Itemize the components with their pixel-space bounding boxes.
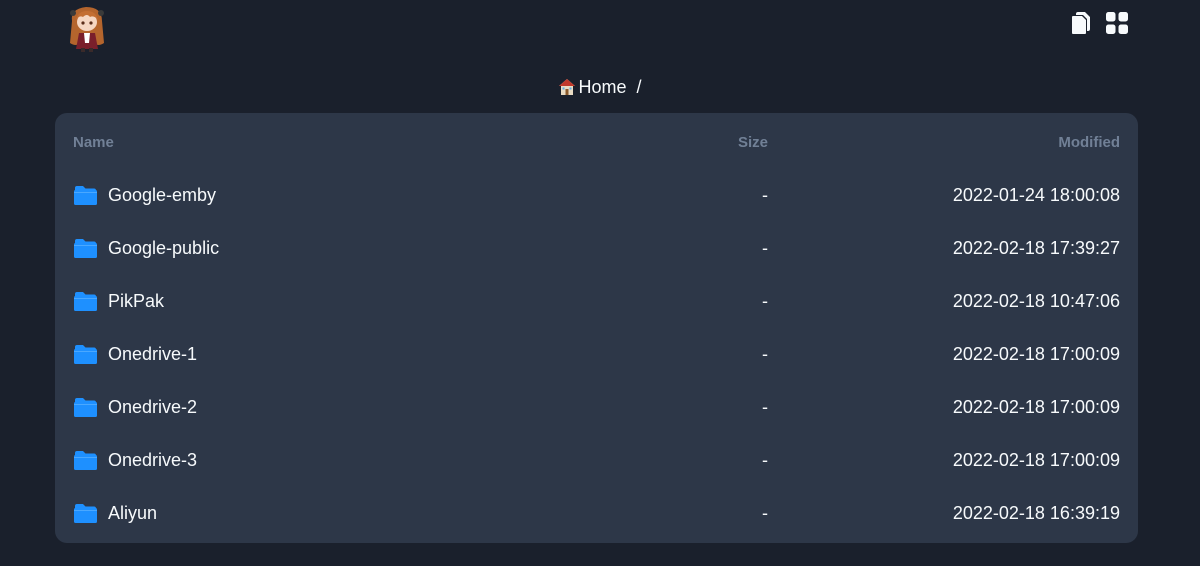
folder-icon <box>74 292 97 311</box>
row-modified: 2022-02-18 10:47:06 <box>952 291 1120 311</box>
row-size: - <box>762 344 768 364</box>
row-size: - <box>762 397 768 417</box>
table-row[interactable]: PikPak - 2022-02-18 10:47:06 <box>55 277 1138 330</box>
row-size: - <box>762 185 768 205</box>
table-row[interactable]: Google-emby - 2022-01-24 18:00:08 <box>55 171 1138 224</box>
row-modified: 2022-02-18 16:39:19 <box>952 503 1120 523</box>
row-modified: 2022-02-18 17:00:09 <box>952 344 1120 364</box>
file-list: Google-emby - 2022-01-24 18:00:08 Google-pu… <box>55 171 1138 542</box>
folder-icon <box>74 504 97 523</box>
column-header-modified[interactable]: Modified <box>1058 134 1120 151</box>
table-row[interactable]: Onedrive-2 - 2022-02-18 17:00:09 <box>55 383 1138 436</box>
column-header-name[interactable]: Name <box>73 134 114 151</box>
row-name[interactable]: Onedrive-3 <box>108 450 197 471</box>
row-name[interactable]: PikPak <box>108 291 164 312</box>
column-header-size[interactable]: Size <box>738 134 768 151</box>
table-row[interactable]: Aliyun - 2022-02-18 16:39:19 <box>55 489 1138 542</box>
folder-icon <box>74 345 97 364</box>
copy-icon[interactable] <box>1068 10 1094 36</box>
folder-icon <box>74 451 97 470</box>
table-row[interactable]: Onedrive-1 - 2022-02-18 17:00:09 <box>55 330 1138 383</box>
breadcrumb-home[interactable]: Home <box>558 76 627 98</box>
table-row[interactable]: Google-public - 2022-02-18 17:39:27 <box>55 224 1138 277</box>
row-modified: 2022-02-18 17:39:27 <box>952 238 1120 258</box>
breadcrumb: Home / <box>0 74 1200 100</box>
house-icon <box>559 79 576 95</box>
row-name[interactable]: Google-public <box>108 238 219 259</box>
folder-icon <box>74 239 97 258</box>
row-size: - <box>762 291 768 311</box>
row-modified: 2022-02-18 17:00:09 <box>952 450 1120 470</box>
row-name[interactable]: Onedrive-1 <box>108 344 197 365</box>
grid-view-icon[interactable] <box>1104 10 1130 36</box>
breadcrumb-separator: / <box>636 76 642 97</box>
row-size: - <box>762 450 768 470</box>
avatar[interactable] <box>64 3 110 53</box>
breadcrumb-home-label: Home <box>578 76 627 97</box>
folder-icon <box>74 398 97 417</box>
file-list-panel: Name Size Modified Google-emby - 2022-01-2… <box>55 113 1138 543</box>
row-name[interactable]: Aliyun <box>108 503 157 524</box>
table-header: Name Size Modified <box>55 113 1138 171</box>
folder-icon <box>74 186 97 205</box>
row-name[interactable]: Onedrive-2 <box>108 397 197 418</box>
top-bar <box>0 0 1200 56</box>
row-modified: 2022-02-18 17:00:09 <box>952 397 1120 417</box>
row-size: - <box>762 503 768 523</box>
row-size: - <box>762 238 768 258</box>
row-modified: 2022-01-24 18:00:08 <box>952 185 1120 205</box>
header-actions <box>1068 10 1130 36</box>
row-name[interactable]: Google-emby <box>108 185 216 206</box>
table-row[interactable]: Onedrive-3 - 2022-02-18 17:00:09 <box>55 436 1138 489</box>
